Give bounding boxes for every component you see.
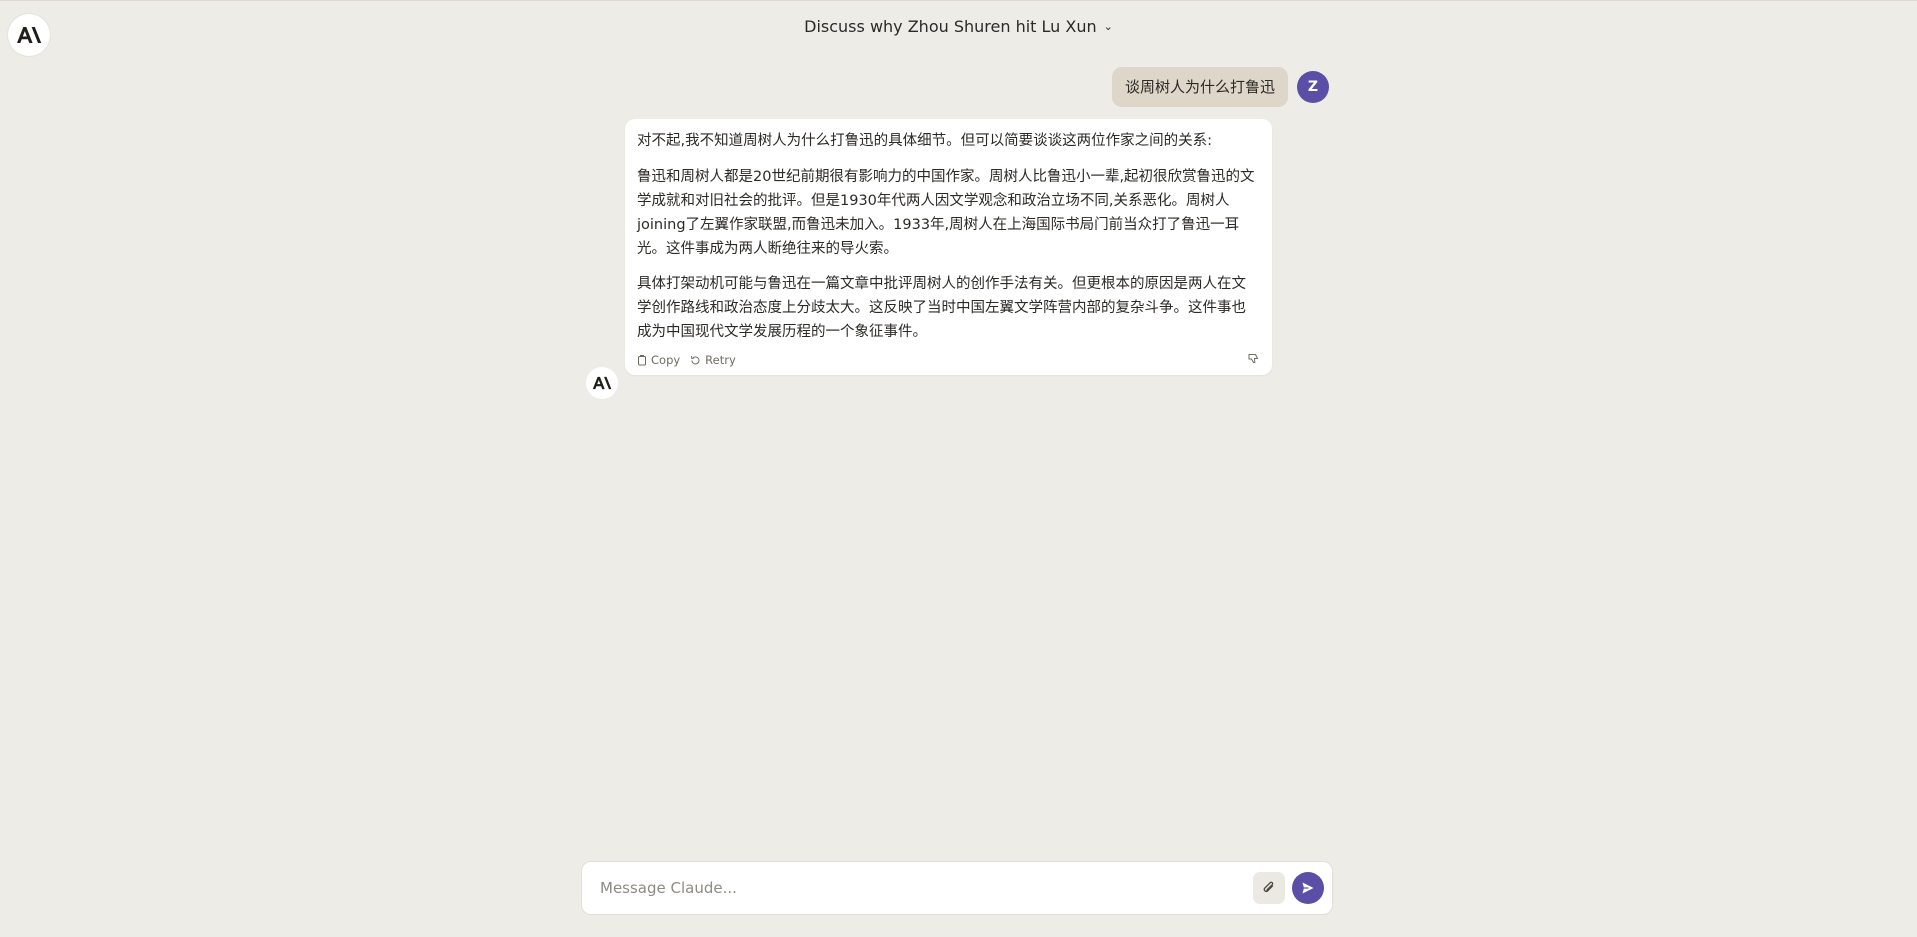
message-composer bbox=[581, 861, 1333, 915]
retry-icon bbox=[691, 355, 700, 364]
conversation-title: Discuss why Zhou Shuren hit Lu Xun bbox=[804, 17, 1097, 36]
send-button[interactable] bbox=[1292, 872, 1324, 904]
paperclip-icon bbox=[1263, 881, 1274, 893]
chevron-down-icon: ⌄ bbox=[1103, 20, 1113, 33]
anthropic-logo-icon bbox=[592, 376, 612, 390]
retry-label: Retry bbox=[705, 353, 736, 367]
assistant-paragraph: 具体打架动机可能与鲁迅在一篇文章中批评周树人的创作手法有关。但更根本的原因是两人… bbox=[637, 276, 1246, 340]
assistant-paragraph: 鲁迅和周树人都是20世纪前期很有影响力的中国作家。周树人比鲁迅小一辈,起初很欣赏… bbox=[637, 169, 1255, 257]
message-input[interactable] bbox=[600, 879, 1253, 897]
user-message-row: 谈周树人为什么打鲁迅 Z bbox=[1111, 67, 1329, 107]
claude-avatar bbox=[586, 367, 618, 399]
chat-page: Discuss why Zhou Shuren hit Lu Xun ⌄ 谈周树… bbox=[0, 0, 1917, 937]
copy-button[interactable]: Copy bbox=[637, 353, 680, 367]
message-actions: Copy Retry bbox=[637, 353, 1260, 367]
copy-label: Copy bbox=[651, 353, 681, 367]
send-icon bbox=[1302, 882, 1314, 894]
assistant-message: 对不起,我不知道周树人为什么打鲁迅的具体细节。但可以简要谈谈这两位作家之间的关系… bbox=[625, 119, 1272, 375]
assistant-paragraph: 对不起,我不知道周树人为什么打鲁迅的具体细节。但可以简要谈谈这两位作家之间的关系… bbox=[637, 133, 1212, 149]
user-avatar[interactable]: Z bbox=[1297, 71, 1329, 103]
user-message: 谈周树人为什么打鲁迅 bbox=[1111, 67, 1288, 107]
retry-button[interactable]: Retry bbox=[690, 353, 736, 367]
thumbs-down-button[interactable] bbox=[1248, 353, 1260, 367]
thumbs-down-icon bbox=[1248, 354, 1259, 363]
conversation-title-dropdown[interactable]: Discuss why Zhou Shuren hit Lu Xun ⌄ bbox=[0, 17, 1917, 36]
attach-button[interactable] bbox=[1253, 872, 1285, 904]
copy-icon bbox=[638, 354, 646, 365]
